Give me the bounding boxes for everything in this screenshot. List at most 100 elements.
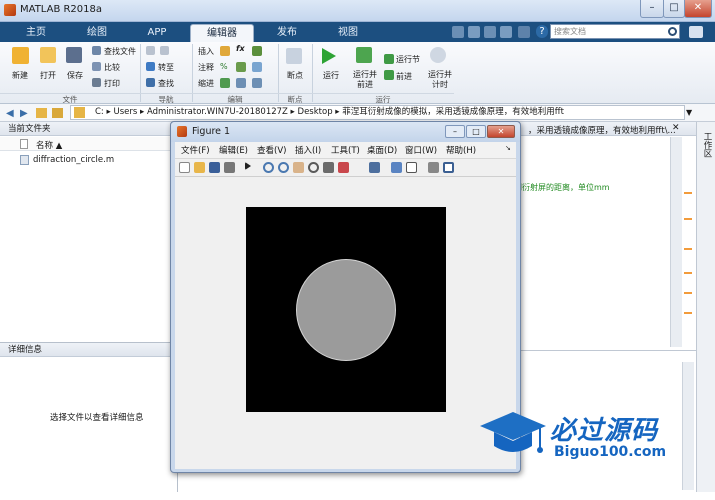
brush-icon[interactable] [338, 162, 349, 173]
print-icon[interactable] [92, 78, 101, 87]
run-section-icon[interactable] [384, 54, 394, 64]
minimize-button[interactable]: – [640, 0, 664, 18]
goto-button[interactable]: 转至 [158, 62, 174, 73]
figure-minimize-button[interactable]: – [445, 125, 465, 138]
run-and-time-icon[interactable] [430, 47, 446, 63]
browse-folder-icon[interactable] [52, 108, 63, 118]
compare-icon[interactable] [92, 62, 101, 71]
tab-editor[interactable]: 编辑器 [190, 24, 254, 42]
colorbar-icon[interactable] [391, 162, 402, 173]
indent-button[interactable]: 缩进 [198, 78, 214, 89]
open-folder-icon[interactable] [40, 47, 56, 63]
warning-marker[interactable] [684, 218, 692, 220]
indent-left-icon[interactable] [236, 78, 246, 88]
zoom-in-icon[interactable] [263, 162, 274, 173]
warning-marker[interactable] [684, 248, 692, 250]
cut-quick-icon[interactable] [484, 26, 496, 38]
warning-marker[interactable] [684, 272, 692, 274]
figure-window[interactable]: Figure 1 – □ ✕ 文件(F) 编辑(E) 查看(V) 插入(I) 工… [170, 121, 521, 473]
brush-dropdown-icon[interactable] [352, 165, 357, 170]
back-arrow-icon[interactable]: ◀ [6, 108, 14, 119]
search-documentation-input[interactable]: 搜索文档 [550, 24, 680, 39]
menu-file[interactable]: 文件(F) [181, 144, 210, 156]
close-editor-icon[interactable]: ✕ [672, 123, 680, 133]
zoom-out-icon[interactable] [278, 162, 289, 173]
redo-quick-icon[interactable] [518, 26, 530, 38]
path-breadcrumb[interactable]: C: ▸ Users ▸ Administrator.WIN7U-2018012… [70, 105, 685, 120]
warning-marker[interactable] [684, 292, 692, 294]
tab-publish[interactable]: 发布 [258, 24, 316, 42]
new-button[interactable]: 新建 [12, 70, 28, 81]
editor-scrollbar[interactable] [670, 137, 682, 347]
link-plot-icon[interactable] [369, 162, 380, 173]
tab-plots[interactable]: 绘图 [68, 24, 126, 42]
hide-plot-tools-icon[interactable] [428, 162, 439, 173]
forward-nav-icon[interactable] [160, 46, 169, 55]
save-figure-icon[interactable] [209, 162, 220, 173]
menu-insert[interactable]: 插入(I) [295, 144, 321, 156]
new-figure-icon[interactable] [179, 162, 190, 173]
layout-icon[interactable] [452, 26, 464, 38]
menu-desktop[interactable]: 桌面(D) [367, 144, 397, 156]
up-folder-icon[interactable] [36, 108, 47, 118]
figure-title-bar[interactable]: Figure 1 – □ ✕ [171, 122, 520, 142]
rotate-icon[interactable] [308, 162, 319, 173]
column-name-header[interactable]: 名称 ▲ [36, 139, 62, 151]
insert-button[interactable]: 插入 [198, 46, 214, 57]
tab-view[interactable]: 视图 [320, 24, 376, 42]
warning-marker[interactable] [684, 312, 692, 314]
smart-indent-icon[interactable] [220, 78, 230, 88]
function-browser-icon[interactable] [252, 46, 262, 56]
legend-icon[interactable] [406, 162, 417, 173]
new-icon[interactable] [12, 47, 29, 64]
pointer-icon[interactable] [245, 162, 251, 170]
undo-quick-icon[interactable] [500, 26, 512, 38]
find-icon[interactable] [146, 78, 155, 87]
goto-icon[interactable] [146, 62, 155, 71]
advance-icon[interactable] [384, 70, 394, 80]
compare-button[interactable]: 比较 [104, 62, 120, 73]
find-button[interactable]: 查找 [158, 78, 174, 89]
search-icon[interactable] [668, 27, 677, 36]
breakpoints-icon[interactable] [286, 48, 302, 64]
fx-button[interactable]: fx [236, 44, 245, 53]
close-button[interactable]: ✕ [684, 0, 712, 18]
breakpoints-button[interactable]: 断点 [287, 70, 303, 81]
tab-apps[interactable]: APP [130, 24, 184, 42]
print-button[interactable]: 打印 [104, 78, 120, 89]
run-advance-button[interactable]: 运行并 前进 [353, 70, 377, 90]
find-files-icon[interactable] [92, 46, 101, 55]
run-time-button[interactable]: 运行并 计时 [428, 70, 452, 90]
save-button[interactable]: 保存 [67, 70, 83, 81]
open-file-icon[interactable] [194, 162, 205, 173]
pan-icon[interactable] [293, 162, 304, 173]
file-name[interactable]: diffraction_circle.m [33, 155, 114, 165]
quick-access-icon[interactable] [689, 26, 703, 38]
tab-home[interactable]: 主页 [8, 24, 64, 42]
menu-tools[interactable]: 工具(T) [331, 144, 360, 156]
image-axes[interactable] [246, 207, 446, 412]
list-item[interactable]: diffraction_circle.m [0, 153, 177, 167]
menu-window[interactable]: 窗口(W) [405, 144, 437, 156]
dock-arrow-icon[interactable]: ↘ [505, 144, 511, 152]
comment-button[interactable]: 注释 [198, 62, 214, 73]
percent-icon[interactable]: % [220, 62, 228, 71]
back-nav-icon[interactable] [146, 46, 155, 55]
run-advance-icon[interactable] [356, 47, 372, 63]
data-cursor-icon[interactable] [323, 162, 334, 173]
workspace-side-strip[interactable]: 工作区 [696, 122, 715, 492]
figure-close-button[interactable]: ✕ [487, 125, 515, 138]
open-button[interactable]: 打开 [40, 70, 56, 81]
forward-arrow-icon[interactable]: ▶ [20, 108, 28, 119]
folder-column-header[interactable]: 名称 ▲ [0, 137, 177, 151]
help-icon[interactable]: ? [536, 25, 548, 38]
uncomment-icon[interactable] [252, 62, 262, 72]
menu-help[interactable]: 帮助(H) [446, 144, 476, 156]
wrap-icon[interactable] [236, 62, 246, 72]
show-plot-tools-icon[interactable] [443, 162, 454, 173]
print-figure-icon[interactable] [224, 162, 235, 173]
figure-maximize-button[interactable]: □ [466, 125, 486, 138]
figure-canvas[interactable] [175, 177, 516, 469]
insert-icon[interactable] [220, 46, 230, 56]
advance-button[interactable]: 前进 [396, 71, 412, 82]
